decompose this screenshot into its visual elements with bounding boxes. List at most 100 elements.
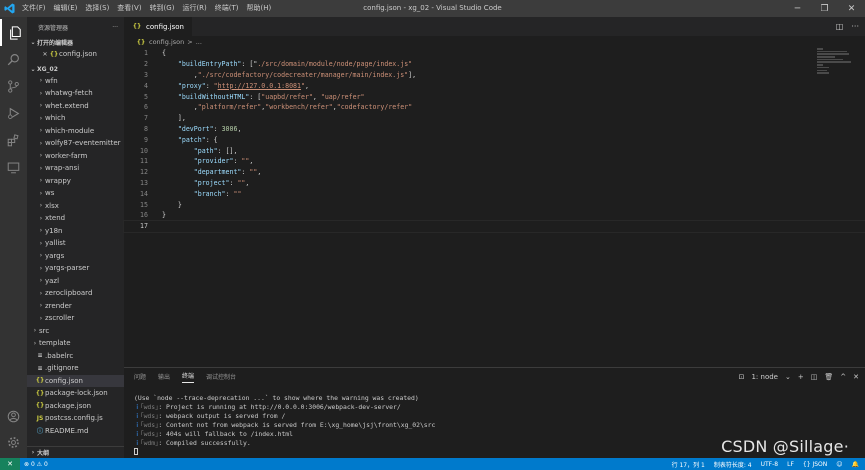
- breadcrumb-file[interactable]: config.json: [149, 38, 184, 46]
- code-line: 3 , "./src/codefactory/codecreater/manage…: [124, 70, 865, 81]
- folder-label: yazl: [45, 276, 60, 285]
- search-icon[interactable]: [0, 46, 27, 73]
- restore-icon[interactable]: ❐: [811, 0, 838, 17]
- settings-gear-icon[interactable]: [0, 429, 27, 456]
- json-file-icon: {}: [136, 38, 146, 46]
- menu-item[interactable]: 编辑(E): [50, 0, 82, 17]
- menu-item[interactable]: 查看(V): [113, 0, 145, 17]
- menu-item[interactable]: 帮助(H): [243, 0, 276, 17]
- split-editor-icon[interactable]: ◫: [836, 22, 844, 31]
- new-terminal-icon[interactable]: +: [798, 373, 804, 381]
- folder-item[interactable]: › y18n: [27, 225, 124, 238]
- trash-icon[interactable]: 🗑: [824, 373, 833, 381]
- chevron-right-icon: ›: [39, 139, 43, 147]
- menu-item[interactable]: 终端(T): [211, 0, 243, 17]
- breadcrumb-symbol[interactable]: ...: [196, 38, 202, 46]
- encoding[interactable]: UTF-8: [761, 461, 779, 468]
- menu-item[interactable]: 转到(G): [146, 0, 179, 17]
- menu-item[interactable]: 运行(R): [178, 0, 210, 17]
- close-icon[interactable]: ✕: [838, 0, 865, 17]
- file-item[interactable]: ⓘ README.md: [27, 425, 124, 438]
- split-terminal-icon[interactable]: ◫: [811, 373, 818, 381]
- folder-item[interactable]: › zeroclipboard: [27, 287, 124, 300]
- folder-item[interactable]: › yallist: [27, 237, 124, 250]
- file-item[interactable]: {} config.json: [27, 374, 124, 387]
- feedback-icon[interactable]: ☺: [836, 461, 842, 468]
- explorer-icon[interactable]: [0, 19, 27, 46]
- log-text: : Project is running at http://0.0.0.0:3…: [158, 402, 401, 411]
- folder-item[interactable]: › template: [27, 337, 124, 350]
- run-debug-icon[interactable]: [0, 100, 27, 127]
- code-token: ,: [257, 168, 262, 177]
- minimize-icon[interactable]: ─: [784, 0, 811, 17]
- chevron-down-icon[interactable]: ⌄: [785, 373, 791, 381]
- line-number: 15: [140, 200, 148, 209]
- indentation[interactable]: 制表符长度: 4: [714, 460, 752, 469]
- open-editors-section[interactable]: ⌄ 打开的编辑器: [27, 37, 124, 48]
- source-control-icon[interactable]: [0, 73, 27, 100]
- end-of-line[interactable]: LF: [787, 461, 794, 468]
- panel-tab[interactable]: 终端: [182, 371, 195, 383]
- code-token: "": [237, 178, 246, 187]
- folder-item[interactable]: › yazl: [27, 275, 124, 288]
- language-mode[interactable]: {} JSON: [803, 461, 827, 468]
- chevron-up-icon[interactable]: ^: [840, 373, 846, 381]
- folder-item[interactable]: › ws: [27, 187, 124, 200]
- folder-item[interactable]: › xtend: [27, 212, 124, 225]
- tab-config-json[interactable]: {} config.json: [124, 17, 192, 36]
- panel-tab[interactable]: 输出: [158, 372, 170, 381]
- close-icon[interactable]: ✕: [853, 373, 859, 381]
- folder-item[interactable]: › which-module: [27, 125, 124, 138]
- menu-item[interactable]: 选择(S): [81, 0, 113, 17]
- json-file-icon: {}: [132, 23, 142, 30]
- menu-item[interactable]: 文件(F): [18, 0, 50, 17]
- panel-tab[interactable]: 问题: [134, 372, 146, 381]
- folder-label: yargs-parser: [45, 264, 90, 273]
- bell-icon[interactable]: 🔔: [852, 461, 859, 468]
- folder-item[interactable]: › yargs-parser: [27, 262, 124, 275]
- folder-label: wrap-ansi: [45, 164, 80, 173]
- minimap[interactable]: [817, 48, 851, 78]
- project-section[interactable]: ⌄ XG_02: [27, 64, 124, 75]
- file-item[interactable]: {} package-lock.json: [27, 387, 124, 400]
- folder-item[interactable]: › wfn: [27, 75, 124, 88]
- more-actions-icon[interactable]: ···: [112, 24, 118, 31]
- folder-label: yargs: [45, 251, 65, 260]
- remote-icon[interactable]: ✕: [0, 458, 20, 470]
- close-icon[interactable]: ✕: [41, 51, 49, 58]
- file-item[interactable]: ≡ .babelrc: [27, 350, 124, 363]
- remote-explorer-icon[interactable]: [0, 154, 27, 181]
- code-editor[interactable]: 1{2 "buildEntryPath": [" ./src/domain/mod…: [123, 48, 865, 233]
- file-item[interactable]: {} package.json: [27, 400, 124, 413]
- chevron-right-icon: ›: [39, 77, 43, 85]
- folder-item[interactable]: › which: [27, 112, 124, 125]
- folder-item[interactable]: › yargs: [27, 250, 124, 263]
- panel-tab[interactable]: 调试控制台: [206, 372, 236, 381]
- outline-section[interactable]: › 大纲: [27, 446, 124, 458]
- folder-item[interactable]: › wrappy: [27, 175, 124, 188]
- cursor-position[interactable]: 行 17，列 1: [672, 460, 705, 469]
- folder-label: which: [45, 114, 66, 123]
- account-icon[interactable]: [0, 403, 27, 430]
- folder-item[interactable]: › xlsx: [27, 200, 124, 213]
- problems-indicator[interactable]: ⊗ 0 ⚠ 0: [24, 461, 48, 468]
- more-actions-icon[interactable]: ···: [851, 22, 859, 31]
- line-number: 3: [144, 70, 148, 79]
- folder-item[interactable]: › wrap-ansi: [27, 162, 124, 175]
- folder-item[interactable]: › wolfy87-eventemitter: [27, 137, 124, 150]
- file-item[interactable]: ≡ .gitignore: [27, 362, 124, 375]
- folder-item[interactable]: › zrender: [27, 300, 124, 313]
- folder-item[interactable]: › src: [27, 325, 124, 338]
- folder-item[interactable]: › worker-farm: [27, 150, 124, 163]
- shell-select[interactable]: 1: node: [751, 373, 778, 381]
- code-token: : [],: [217, 146, 238, 155]
- file-item[interactable]: JS postcss.config.js: [27, 412, 124, 425]
- folder-item[interactable]: › whet.extend: [27, 100, 124, 113]
- folder-item[interactable]: › zscroller: [27, 312, 124, 325]
- folder-item[interactable]: › whatwg-fetch: [27, 87, 124, 100]
- extensions-icon[interactable]: [0, 127, 27, 154]
- open-editor-item[interactable]: ✕ {} config.json: [27, 48, 124, 61]
